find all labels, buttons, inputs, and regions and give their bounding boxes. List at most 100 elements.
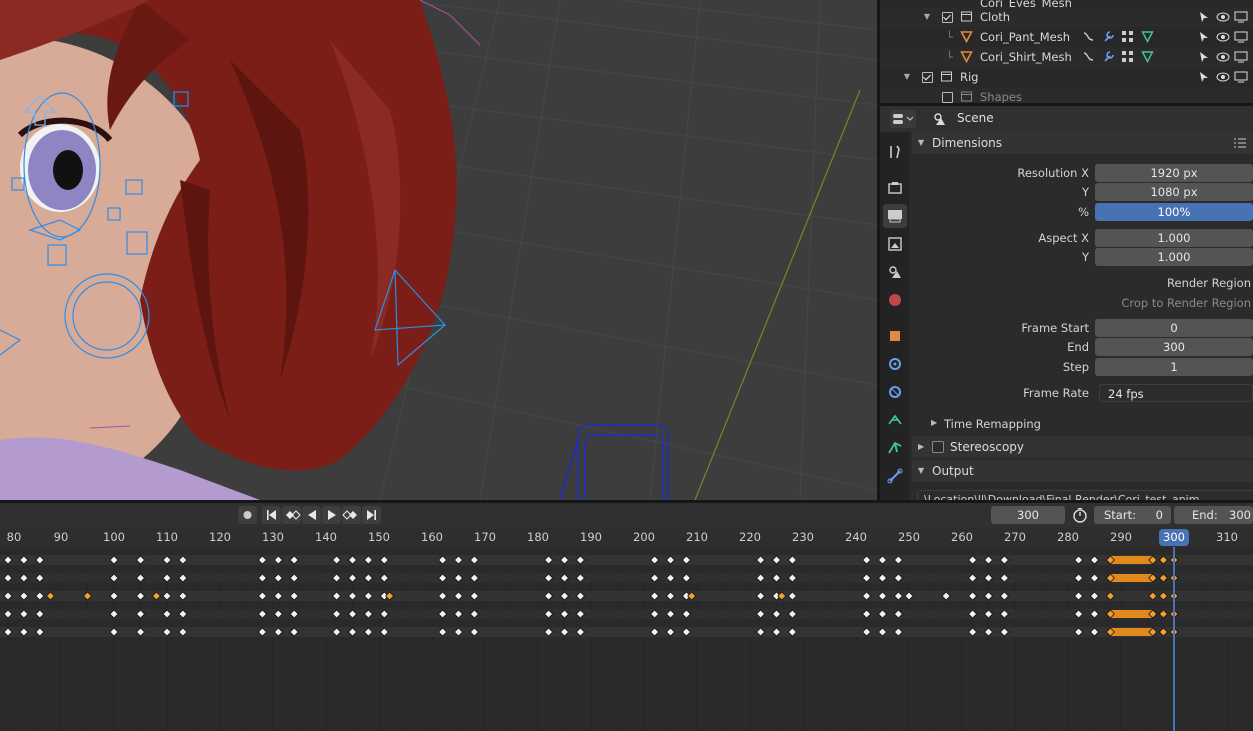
render-region-checkbox[interactable]: Render Region [1069, 274, 1251, 292]
hold-bar [1110, 574, 1153, 582]
aspect-y-field[interactable]: 1.000 [1095, 248, 1253, 266]
frame-step-field[interactable]: 1 [1095, 358, 1253, 376]
crop-region-checkbox[interactable]: Crop to Render Region [1069, 294, 1251, 312]
viewport-scene [0, 0, 877, 500]
stereoscopy-checkbox[interactable] [932, 441, 944, 453]
monitor-icon[interactable] [1234, 50, 1248, 64]
list-icon[interactable] [1233, 136, 1247, 150]
modifier-tab-icon[interactable] [883, 352, 907, 376]
frame-rate-dropdown[interactable]: 24 fps [1099, 384, 1253, 402]
play-reverse-icon [308, 510, 316, 520]
frame-end-field[interactable]: 300 [1095, 338, 1253, 356]
channel-row [0, 627, 1253, 637]
chevron-down-icon[interactable]: ▼ [922, 7, 932, 27]
render-tab-icon[interactable] [883, 176, 907, 200]
vertex-groups-icon[interactable] [1121, 50, 1134, 63]
armature-modifier-icon[interactable] [1082, 30, 1095, 43]
dope-sheet-area[interactable] [0, 547, 1253, 731]
visibility-controls [1197, 10, 1249, 24]
resolution-y-field[interactable]: 1080 px [1095, 183, 1253, 201]
end-frame-field[interactable]: End: 300 [1174, 506, 1253, 524]
start-frame-value: 0 [1155, 508, 1163, 522]
outliner[interactable]: Cori_Eyes_Mesh ▼ Cloth └ Cori_Pant_Mesh [880, 0, 1253, 103]
stopwatch-icon[interactable] [1071, 507, 1089, 523]
jump-end-button[interactable] [362, 506, 381, 524]
collection-checkbox[interactable] [942, 12, 953, 23]
monitor-icon[interactable] [1234, 10, 1248, 24]
outliner-row[interactable]: ▼ Cloth [880, 7, 1253, 27]
outliner-row[interactable]: └ Cori_Shirt_Mesh [880, 47, 1253, 67]
resolution-percent-slider[interactable]: 100% [1095, 203, 1253, 221]
select-arrow-icon[interactable] [1197, 30, 1211, 44]
scene-tab-icon[interactable] [883, 260, 907, 284]
ruler-tick-label: 220 [739, 530, 761, 544]
hold-bar [1110, 556, 1153, 564]
ruler-tick-label: 240 [845, 530, 867, 544]
frame-start-field[interactable]: 0 [1095, 319, 1253, 337]
monitor-icon[interactable] [1234, 70, 1248, 84]
view-layer-tab-icon[interactable] [883, 232, 907, 256]
mesh-data-icon[interactable] [1141, 50, 1154, 63]
hold-bar [1110, 610, 1153, 618]
bone-tab-icon[interactable] [883, 464, 907, 488]
ruler-tick-label: 80 [6, 530, 22, 544]
select-arrow-icon[interactable] [1197, 70, 1211, 84]
resolution-x-label: Resolution X [1017, 166, 1089, 180]
collection-checkbox[interactable] [942, 92, 953, 103]
eye-icon[interactable] [1216, 10, 1230, 24]
ruler-tick-label: 230 [792, 530, 814, 544]
play-reverse-button[interactable] [302, 506, 321, 524]
end-frame-label: End: [1192, 508, 1218, 522]
mesh-data-icon[interactable] [1141, 30, 1154, 43]
monitor-icon[interactable] [1234, 30, 1248, 44]
physics-tab-icon[interactable] [883, 380, 907, 404]
vertex-groups-icon[interactable] [1121, 30, 1134, 43]
ruler-tick-label: 180 [527, 530, 549, 544]
select-arrow-icon[interactable] [1197, 10, 1211, 24]
scene-icon [934, 113, 945, 125]
jump-start-button[interactable] [262, 506, 281, 524]
output-path-field[interactable]: \Location\ll\Download\Final Render\Cori_… [917, 490, 1253, 500]
object-constraint-tab-icon[interactable] [883, 408, 907, 432]
chevron-down-icon[interactable]: ▼ [902, 67, 912, 87]
world-tab-icon[interactable] [883, 288, 907, 312]
output-panel-header[interactable]: ▼ Output [912, 460, 1253, 482]
time-remapping-label: Time Remapping [944, 417, 1041, 431]
outliner-row[interactable]: ▼ Rig [880, 67, 1253, 87]
select-arrow-icon[interactable] [1197, 50, 1211, 64]
play-button[interactable] [322, 506, 341, 524]
resolution-x-field[interactable]: 1920 px [1095, 164, 1253, 182]
eye-icon[interactable] [1216, 30, 1230, 44]
next-keyframe-button[interactable] [342, 506, 361, 524]
ruler-tick-label: 190 [580, 530, 602, 544]
current-frame-indicator[interactable]: 300 [1159, 529, 1189, 546]
record-button[interactable] [238, 506, 257, 524]
resolution-percent-label: % [1078, 205, 1089, 219]
dimensions-panel-header[interactable]: ▼ Dimensions [912, 132, 1253, 154]
editor-type-dropdown[interactable] [890, 110, 916, 128]
eye-icon[interactable] [1216, 50, 1230, 64]
stereoscopy-panel-header[interactable]: ▶ Stereoscopy [912, 436, 1253, 458]
current-frame-field[interactable]: 300 [991, 506, 1065, 524]
prev-keyframe-button[interactable] [282, 506, 301, 524]
hold-bar [1110, 628, 1153, 636]
outliner-row[interactable]: Shapes [880, 87, 1253, 103]
3d-viewport[interactable] [0, 0, 877, 500]
start-frame-field[interactable]: Start: 0 [1094, 506, 1171, 524]
time-remapping-subpanel[interactable]: ▶ Time Remapping [912, 414, 1253, 434]
aspect-x-field[interactable]: 1.000 [1095, 229, 1253, 247]
timeline-ruler[interactable]: 80 90 100 110 120 130 140 150 160 170 180 190 200 210… [0, 527, 1253, 547]
collection-checkbox[interactable] [922, 72, 933, 83]
properties-panel: ▼ Dimensions Resolution X 1920 px Y 1080… [909, 132, 1253, 500]
object-data-tab-icon[interactable] [883, 436, 907, 460]
eye-icon[interactable] [1216, 70, 1230, 84]
wrench-icon[interactable] [1102, 50, 1115, 63]
tree-line: └ [946, 30, 953, 44]
object-tab-icon[interactable] [883, 324, 907, 348]
outliner-row[interactable]: └ Cori_Pant_Mesh [880, 27, 1253, 47]
frame-rate-label: Frame Rate [1023, 386, 1089, 400]
output-tab-icon[interactable] [883, 204, 907, 228]
wrench-icon[interactable] [1102, 30, 1115, 43]
armature-modifier-icon[interactable] [1082, 50, 1095, 63]
tool-tab-icon[interactable] [883, 140, 907, 164]
